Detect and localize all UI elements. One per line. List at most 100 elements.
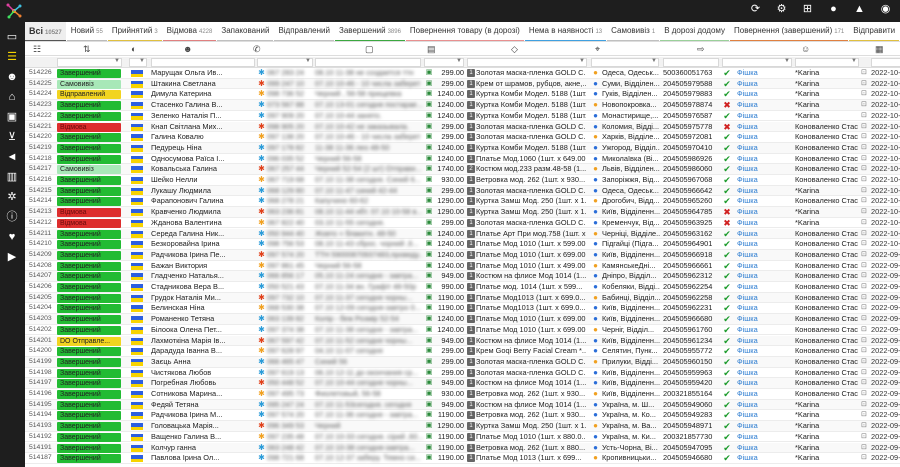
lock-icon[interactable]: ⊡: [861, 282, 869, 292]
status-filter[interactable]: ▼: [57, 58, 122, 67]
bag-icon[interactable]: ◇: [511, 43, 518, 55]
status-badge[interactable]: Завершений: [57, 422, 121, 432]
status-badge[interactable]: Самовивіз: [57, 165, 121, 175]
tab-0[interactable]: Всі 10527: [25, 22, 66, 41]
lock-icon[interactable]: ⊡: [861, 346, 869, 356]
lock-icon[interactable]: ⊡: [861, 453, 869, 463]
table-row[interactable]: 514204 Завершений Белинская Ніна ✱ 068 530 3…: [25, 303, 900, 315]
table-row[interactable]: 514192 Завершений Ващенко Галина В... ✱ 097 …: [25, 432, 900, 443]
refresh-icon[interactable]: ⟳: [749, 3, 762, 16]
lock-icon[interactable]: ⊡: [861, 175, 869, 185]
status-badge[interactable]: Завершений: [57, 315, 121, 325]
lock-icon[interactable]: ⊡: [861, 68, 869, 78]
table-row[interactable]: 514213 Відмова Кравченко Людмила ✱ 063 236 8…: [25, 207, 900, 218]
table-row[interactable]: 514221 Відмова Кнап Світлана Мих... ✱ 098 90…: [25, 121, 900, 133]
lock-icon[interactable]: ⊡: [861, 368, 869, 378]
lock-icon[interactable]: ⊡: [861, 443, 869, 453]
lock-icon[interactable]: ⊡: [861, 132, 869, 142]
tab-10[interactable]: В дорозі додому: [660, 22, 729, 41]
heart-icon[interactable]: ♥: [5, 230, 19, 244]
lock-icon[interactable]: ⊡: [861, 261, 869, 271]
table-row[interactable]: 514205 Завершений Грудок Наталія Ми... ✱ 097…: [25, 292, 900, 304]
tab-3[interactable]: Відмова 4228: [162, 22, 217, 41]
table-row[interactable]: 514195 Завершений Федяй Тетяна ✱ 095 247 24 0…: [25, 399, 900, 411]
comment-icon[interactable]: ▢: [365, 43, 374, 55]
status-badge[interactable]: Завершений: [57, 272, 121, 282]
table-row[interactable]: 514225 Самовивіз Штакина Светлана ✱ 099 247 …: [25, 78, 900, 90]
table-row[interactable]: 514222 Завершений Зеленко Наталія П... ✱ 097…: [25, 111, 900, 122]
tab-1[interactable]: Новий 55: [66, 22, 107, 41]
status-badge[interactable]: Завершений: [57, 186, 121, 196]
truck-icon[interactable]: ⇨: [697, 43, 705, 55]
product-filter[interactable]: ▼: [467, 58, 587, 67]
table-row[interactable]: 514199 Завершений Заєць Анна ✱ 066 465 47 Син…: [25, 356, 900, 368]
table-row[interactable]: 514218 Завершений Односумова Раїса І... ✱ 09…: [25, 154, 900, 165]
lock-icon[interactable]: ⊡: [861, 432, 869, 442]
tab-12[interactable]: Відправити: [849, 22, 900, 41]
status-badge[interactable]: Відмова: [57, 122, 121, 132]
tab-5[interactable]: Відправлений: [274, 22, 334, 41]
status-badge[interactable]: Завершений: [57, 443, 121, 453]
status-badge[interactable]: Завершений: [57, 176, 121, 185]
lock-icon[interactable]: ⊡: [861, 357, 869, 367]
lock-icon[interactable]: ⊡: [861, 143, 869, 153]
table-row[interactable]: 514223 Завершений Стасенко Галина В... ✱ 073…: [25, 100, 900, 111]
status-badge[interactable]: Завершений: [57, 261, 121, 271]
checklist-icon[interactable]: ☷: [33, 43, 41, 55]
table-row[interactable]: 514191 Завершений Колчур ганна ✱ 063 248 42 0…: [25, 442, 900, 454]
lock-icon[interactable]: ⊡: [861, 100, 869, 110]
table-row[interactable]: 514212 Відмова Жданова Валентина ✱ 067 822 4…: [25, 218, 900, 229]
status-badge[interactable]: Завершений: [57, 69, 121, 78]
status-badge[interactable]: Завершений: [57, 454, 121, 464]
settings-icon[interactable]: ⚙: [775, 3, 788, 16]
lock-icon[interactable]: ⊡: [861, 207, 869, 217]
logo-icon[interactable]: [6, 3, 22, 19]
table-row[interactable]: 514211 Завершений Середа Галина Ник... ✱ 050…: [25, 228, 900, 240]
status-badge[interactable]: Завершений: [57, 143, 121, 153]
status-badge[interactable]: Завершений: [57, 400, 121, 410]
list-icon[interactable]: ☰: [5, 50, 19, 64]
phone-filter[interactable]: ▼: [257, 58, 313, 67]
table-row[interactable]: 514219 Завершений Педурець Ніна ✱ 097 178 82…: [25, 142, 900, 154]
city-filter[interactable]: ▼: [591, 58, 659, 67]
status-badge[interactable]: Завершений: [57, 250, 121, 260]
lock-icon[interactable]: ⊡: [861, 389, 869, 399]
country-filter[interactable]: ▼: [129, 58, 147, 67]
tab-2[interactable]: Прийнятий 3: [107, 22, 162, 41]
lock-icon[interactable]: ⊡: [861, 218, 869, 228]
status-badge[interactable]: Відправлений: [57, 90, 121, 100]
location-icon[interactable]: ⌖: [595, 43, 600, 55]
megaphone-icon[interactable]: ◄: [5, 150, 19, 164]
bell-icon[interactable]: ▲: [853, 3, 866, 16]
lock-icon[interactable]: ⊡: [861, 79, 869, 89]
add-icon[interactable]: ⊞: [801, 3, 814, 16]
table-row[interactable]: 514201 DO Отправле... Лахмоткіна Марія Ів.…: [25, 335, 900, 347]
manager-icon[interactable]: ☺: [801, 43, 810, 55]
lock-icon[interactable]: ⊡: [861, 378, 869, 388]
status-badge[interactable]: Завершений: [57, 133, 121, 143]
user-icon[interactable]: ●: [827, 3, 840, 16]
status-badge[interactable]: Завершений: [57, 411, 121, 421]
table-row[interactable]: 514198 Завершений Чистякова Любов ✱ 097 619 …: [25, 368, 900, 379]
lock-icon[interactable]: ⊡: [861, 239, 869, 249]
org-icon[interactable]: ⌂: [5, 90, 19, 104]
table-row[interactable]: 514193 Завершений Головацька Марія... ✱ 096 …: [25, 421, 900, 432]
tab-11[interactable]: Повернення (завершений) 171: [730, 22, 849, 41]
status-badge[interactable]: Завершений: [57, 293, 121, 303]
table-row[interactable]: 514226 Завершений Марущак Ольга Ив... ✱ 067 …: [25, 68, 900, 79]
table-row[interactable]: 514217 Самовивіз Ковальська Галина ✱ 067 257…: [25, 164, 900, 175]
date-filter[interactable]: [871, 58, 900, 67]
tab-4[interactable]: Запакований: [217, 22, 274, 41]
table-row[interactable]: 514210 Завершений Безкоровайна Ірина ✱ 098 7…: [25, 239, 900, 250]
tab-6[interactable]: Завершений 3896: [335, 22, 405, 41]
status-badge[interactable]: Завершений: [57, 101, 121, 111]
status-badge[interactable]: Завершений: [57, 154, 121, 164]
status-badge[interactable]: Завершений: [57, 368, 121, 378]
table-row[interactable]: 514209 Завершений Радчикова Ірина Пе... ✱ 09…: [25, 249, 900, 261]
lock-icon[interactable]: ⊡: [861, 336, 869, 346]
users-icon[interactable]: ☻: [5, 70, 19, 84]
comment-filter[interactable]: [315, 58, 421, 67]
sort-icon[interactable]: ⇅: [83, 43, 91, 55]
lock-icon[interactable]: ⊡: [861, 122, 869, 132]
table-row[interactable]: 514203 Завершений Романенко Тетяна ✱ 063 139…: [25, 314, 900, 325]
